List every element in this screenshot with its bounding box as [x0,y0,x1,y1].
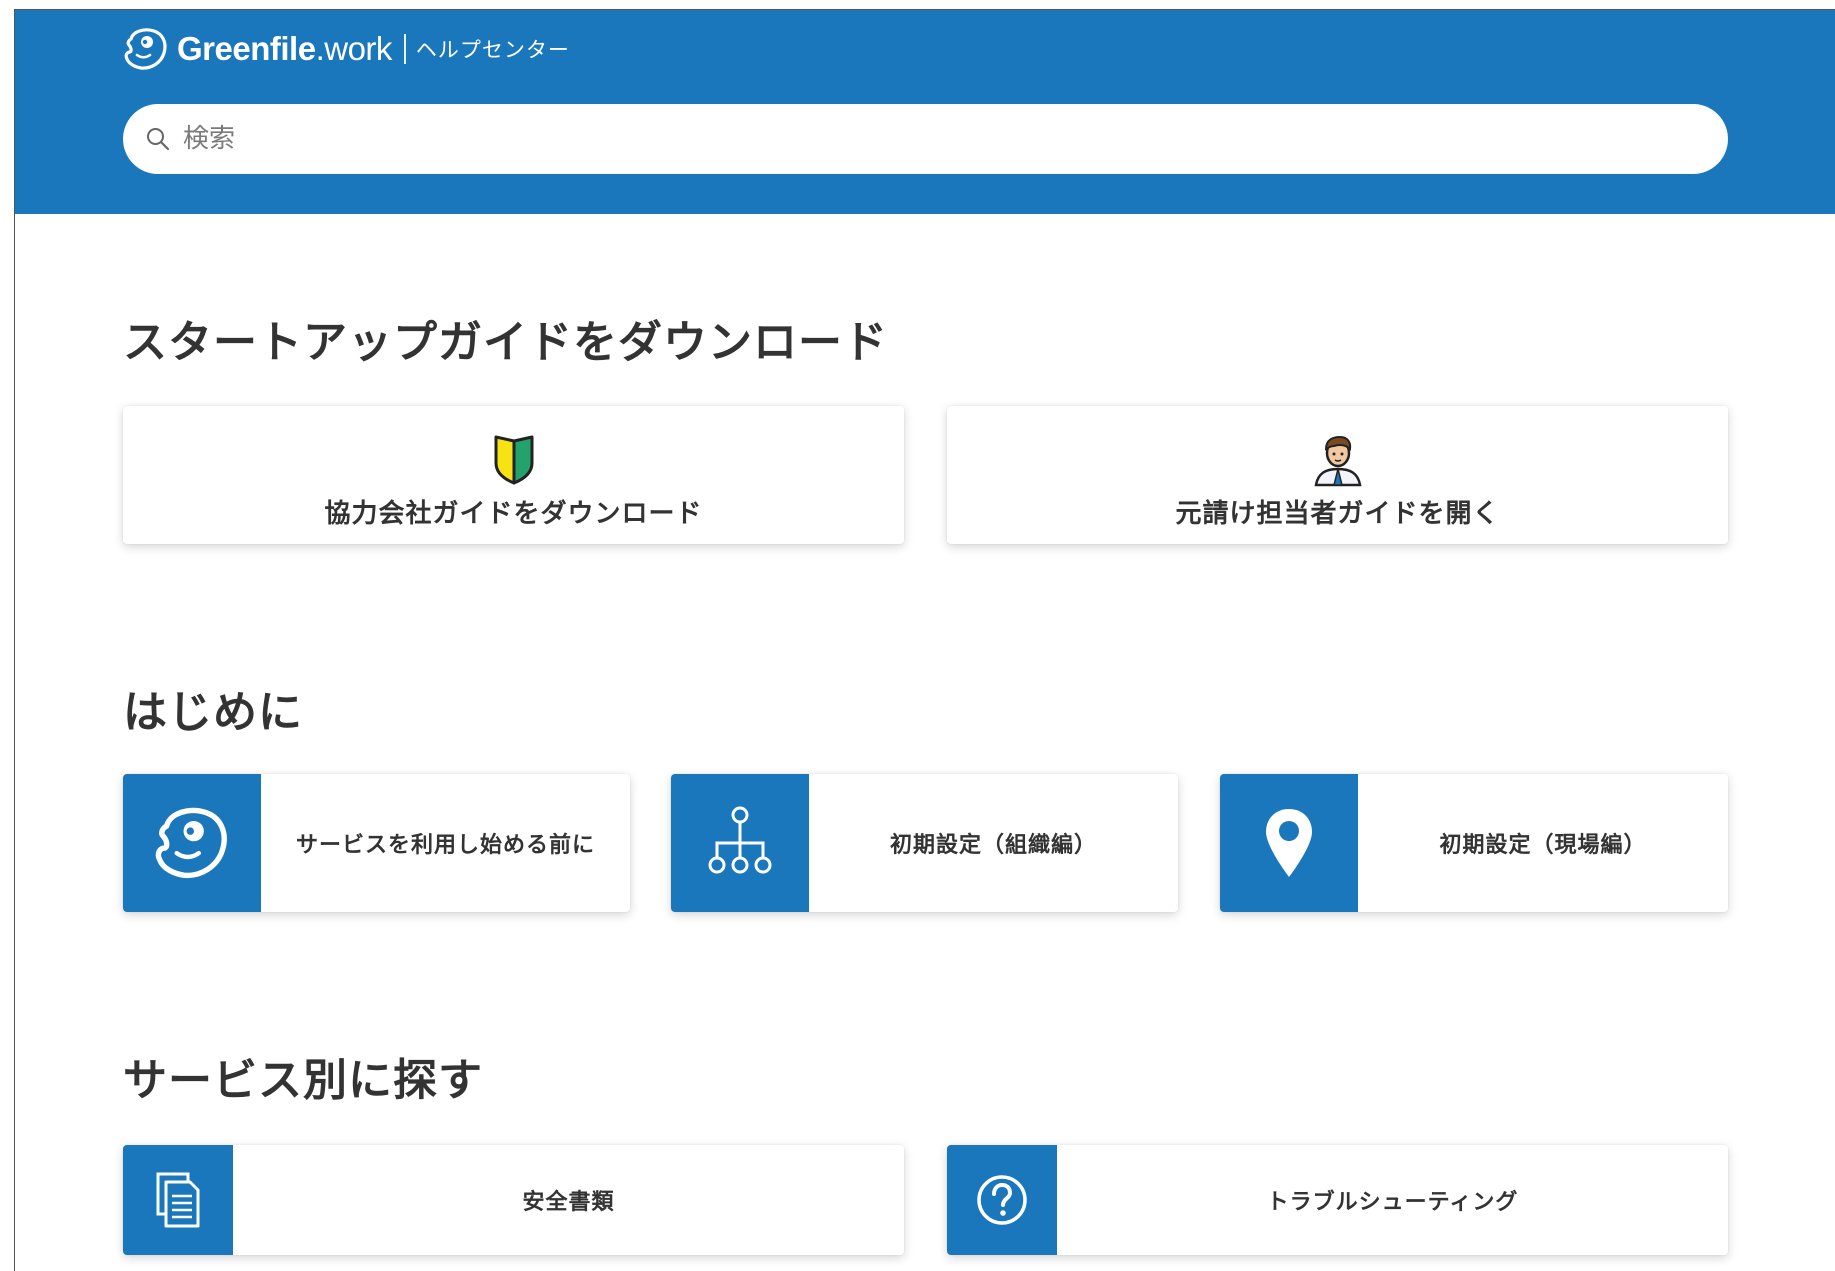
initial-setup-org-card[interactable]: 初期設定（組織編） [671,774,1178,912]
card-icon-box [123,1145,233,1255]
card-label: 協力会社ガイドをダウンロード [324,499,703,529]
card-label: サービスを利用し始める前に [295,833,595,858]
search-icon [147,128,170,151]
partner-guide-download-card[interactable]: 協力会社ガイドをダウンロード [123,406,904,544]
bear-logo-icon [124,28,167,70]
before-using-service-card[interactable]: サービスを利用し始める前に [123,774,630,912]
card-label: 初期設定（現場編） [1439,833,1647,858]
beginner-mark-icon [494,435,533,485]
initial-setup-site-card[interactable]: 初期設定（現場編） [1220,774,1728,912]
card-label: 安全書類 [522,1190,615,1215]
contractor-guide-open-card[interactable]: 元請け担当者ガイドを開く [947,406,1728,544]
search-input[interactable] [181,123,1585,155]
card-icon-box [671,774,809,912]
documents-icon [156,1172,200,1228]
site-header: Greenfile.work ヘルプセンター [15,10,1835,214]
troubleshooting-card[interactable]: トラブルシューティング [947,1145,1728,1255]
card-icon-box [123,774,261,912]
card-icon-box [947,1145,1057,1255]
brand-divider [403,34,406,64]
brand-link[interactable]: Greenfile.work ヘルプセンター [123,27,570,71]
safety-documents-card[interactable]: 安全書類 [123,1145,904,1255]
browser-frame: Greenfile.work ヘルプセンター スタートアップガイドをダウンロード… [14,9,1835,1271]
map-pin-icon [1266,809,1312,877]
search-bar[interactable] [123,104,1728,174]
question-circle-icon [977,1175,1027,1225]
card-label: トラブルシューティング [1266,1190,1519,1215]
card-label: 元請け担当者ガイドを開く [1175,499,1500,529]
card-label: 初期設定（組織編） [889,833,1097,858]
section-title-services: サービス別に探す [123,1055,483,1106]
brand-subtitle: ヘルプセンター [415,38,570,62]
bear-logo-icon [155,807,227,879]
businessman-icon [1314,435,1361,487]
brand-name: Greenfile.work [177,30,392,67]
card-icon-box [1220,774,1358,912]
org-chart-icon [708,806,772,874]
section-title-intro: はじめに [123,687,303,738]
section-title-startup: スタートアップガイドをダウンロード [123,317,888,368]
